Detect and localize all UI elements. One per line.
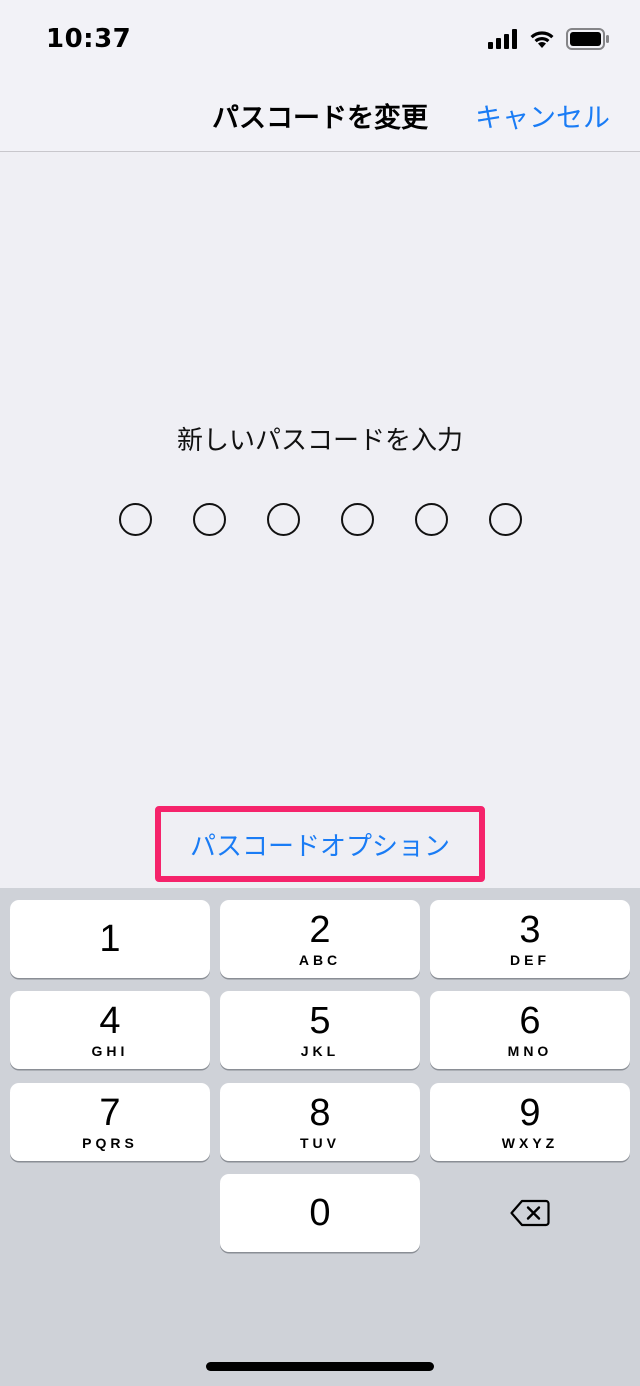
passcode-dots (0, 503, 640, 536)
key-digit: 6 (519, 1000, 541, 1042)
key-5[interactable]: 5 JKL (220, 991, 420, 1069)
status-bar: 10:37 (0, 0, 640, 80)
key-8[interactable]: 8 TUV (220, 1083, 420, 1161)
passcode-dot (192, 503, 226, 536)
key-digit: 8 (309, 1092, 331, 1134)
key-7[interactable]: 7 PQRS (10, 1083, 210, 1161)
key-3[interactable]: 3 DEF (430, 900, 630, 978)
key-9[interactable]: 9 WXYZ (430, 1083, 630, 1161)
key-digit: 1 (99, 918, 121, 960)
key-letters: TUV (300, 1135, 340, 1151)
key-letters: PQRS (82, 1135, 138, 1151)
home-indicator[interactable] (206, 1362, 434, 1371)
status-icons (488, 28, 610, 50)
key-6[interactable]: 6 MNO (430, 991, 630, 1069)
key-letters: DEF (510, 952, 550, 968)
key-letters: WXYZ (501, 1135, 559, 1151)
key-digit: 5 (309, 1000, 331, 1042)
key-digit: 3 (519, 909, 541, 951)
key-digit: 2 (309, 909, 331, 951)
delete-key[interactable] (430, 1174, 630, 1252)
battery-icon (566, 28, 609, 50)
key-digit: 4 (99, 1000, 121, 1042)
status-time: 10:37 (46, 24, 132, 54)
key-letters: GHI (91, 1043, 129, 1059)
passcode-dot (118, 503, 152, 536)
key-1[interactable]: 1 (10, 900, 210, 978)
key-2[interactable]: 2 ABC (220, 900, 420, 978)
key-letters: JKL (300, 1043, 340, 1059)
key-digit: 9 (519, 1092, 541, 1134)
delete-backspace-icon (510, 1199, 550, 1227)
cancel-button[interactable]: キャンセル (475, 96, 610, 135)
wifi-icon (530, 31, 554, 48)
passcode-dot (340, 503, 374, 536)
key-letters: MNO (507, 1043, 553, 1059)
passcode-dot (266, 503, 300, 536)
key-letters: ABC (298, 952, 342, 968)
cellular-signal-icon (488, 29, 517, 49)
key-digit: 7 (99, 1092, 121, 1134)
key-digit: 0 (309, 1192, 331, 1234)
passcode-options-button[interactable]: パスコードオプション (155, 806, 485, 882)
passcode-dot (414, 503, 448, 536)
navigation-bar: パスコードを変更 キャンセル (0, 80, 640, 152)
passcode-prompt: 新しいパスコードを入力 (176, 426, 463, 456)
passcode-dot (488, 503, 522, 536)
key-4[interactable]: 4 GHI (10, 991, 210, 1069)
key-0[interactable]: 0 (220, 1174, 420, 1252)
